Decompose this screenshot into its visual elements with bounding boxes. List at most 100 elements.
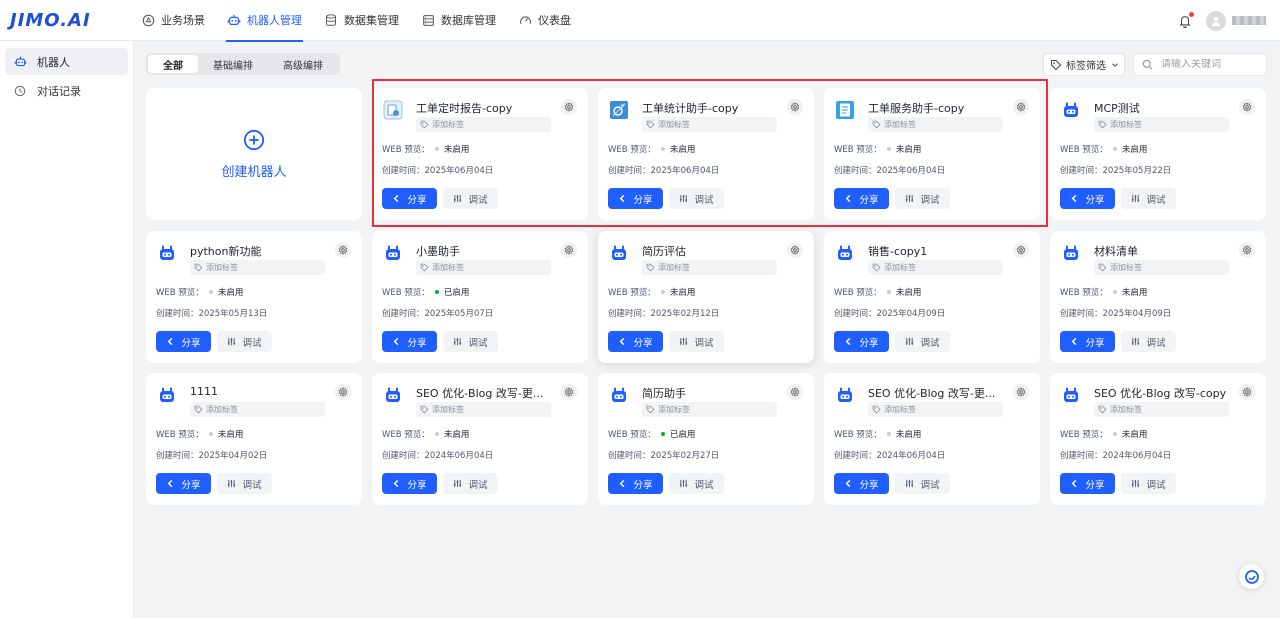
add-tag-button[interactable]: 添加标签 bbox=[416, 402, 551, 417]
sidebar-item-robots[interactable]: 机器人 bbox=[5, 48, 128, 75]
create-bot-card[interactable]: 创建机器人 bbox=[146, 88, 362, 220]
nav-item-dataset[interactable]: 数据集管理 bbox=[313, 0, 410, 41]
bot-card[interactable]: SEO 优化-Blog 改写-更... 添加标签 WEB 预览： 未启用 创建时间： 20… bbox=[372, 373, 588, 505]
gear-icon[interactable] bbox=[787, 384, 803, 400]
share-button[interactable]: 分享 bbox=[834, 331, 889, 352]
bot-card[interactable]: SEO 优化-Blog 改写-copy 添加标签 WEB 预览： 未启用 创建时间： 20… bbox=[1050, 373, 1266, 505]
bot-card[interactable]: MCP测试 添加标签 WEB 预览： 未启用 创建时间： 2025年05月22日 分享 调试 bbox=[1050, 88, 1266, 220]
sidebar-item-history[interactable]: 对话记录 bbox=[5, 77, 128, 104]
bot-card[interactable]: 工单统计助手-copy 添加标签 WEB 预览： 未启用 创建时间： 2025年06月04… bbox=[598, 88, 814, 220]
nav-item-scene[interactable]: 业务场景 bbox=[130, 0, 216, 41]
add-tag-button[interactable]: 添加标签 bbox=[1094, 260, 1229, 275]
add-tag-button[interactable]: 添加标签 bbox=[868, 117, 1003, 132]
created-date: 2025年04月09日 bbox=[1102, 309, 1172, 319]
created-row: 创建时间： 2025年05月22日 bbox=[1060, 164, 1171, 176]
add-tag-button[interactable]: 添加标签 bbox=[642, 117, 777, 132]
notification-bell-icon[interactable] bbox=[1178, 11, 1194, 28]
share-label: 分享 bbox=[181, 337, 201, 349]
tab-advanced[interactable]: 高级编排 bbox=[268, 55, 338, 73]
web-preview-label: WEB 预览： bbox=[1060, 288, 1108, 298]
debug-button[interactable]: 调试 bbox=[1121, 331, 1176, 352]
username-blurred[interactable] bbox=[1232, 16, 1266, 25]
nav-item-database[interactable]: 数据库管理 bbox=[410, 0, 507, 41]
debug-button[interactable]: 调试 bbox=[1121, 473, 1176, 494]
tag-filter-dropdown[interactable]: 标签筛选 bbox=[1043, 53, 1125, 76]
created-row: 创建时间： 2025年04月09日 bbox=[834, 307, 945, 319]
bot-card[interactable]: 小墨助手 添加标签 WEB 预览： 已启用 创建时间： 2025年05月07日 分享 调试 bbox=[372, 231, 588, 363]
bot-card[interactable]: 简历助手 添加标签 WEB 预览： 已启用 创建时间： 2025年02月27日 分享 调试 bbox=[598, 373, 814, 505]
bot-card[interactable]: 材料清单 添加标签 WEB 预览： 未启用 创建时间： 2025年04月09日 分享 调试 bbox=[1050, 231, 1266, 363]
debug-button[interactable]: 调试 bbox=[895, 473, 950, 494]
debug-button[interactable]: 调试 bbox=[669, 331, 724, 352]
share-button[interactable]: 分享 bbox=[382, 473, 437, 494]
created-label: 创建时间： bbox=[1060, 451, 1103, 461]
share-button[interactable]: 分享 bbox=[608, 188, 663, 209]
nav-item-robot-management[interactable]: 机器人管理 bbox=[216, 0, 313, 42]
app-logo[interactable]: JIMO.AI bbox=[0, 10, 120, 31]
bot-card[interactable]: 简历评估 添加标签 WEB 预览： 未启用 创建时间： 2025年02月12日 分享 调试 bbox=[598, 231, 814, 363]
nav-item-dashboard[interactable]: 仪表盘 bbox=[507, 0, 582, 41]
web-preview-label: WEB 预览： bbox=[608, 288, 656, 298]
add-tag-button[interactable]: 添加标签 bbox=[868, 402, 1003, 417]
created-label: 创建时间： bbox=[156, 309, 199, 319]
gear-icon[interactable] bbox=[1239, 242, 1255, 258]
share-button[interactable]: 分享 bbox=[1060, 188, 1115, 209]
gear-icon[interactable] bbox=[1239, 99, 1255, 115]
debug-button[interactable]: 调试 bbox=[217, 473, 272, 494]
add-tag-button[interactable]: 添加标签 bbox=[1094, 402, 1229, 417]
share-button[interactable]: 分享 bbox=[1060, 473, 1115, 494]
bot-card[interactable]: 工单定时报告-copy 添加标签 WEB 预览： 未启用 创建时间： 2025年06月04… bbox=[372, 88, 588, 220]
gear-icon[interactable] bbox=[1013, 99, 1029, 115]
share-button[interactable]: 分享 bbox=[608, 331, 663, 352]
add-tag-button[interactable]: 添加标签 bbox=[416, 260, 551, 275]
share-button[interactable]: 分享 bbox=[156, 331, 211, 352]
debug-button[interactable]: 调试 bbox=[1121, 188, 1176, 209]
gear-icon[interactable] bbox=[561, 242, 577, 258]
tag-icon bbox=[1050, 59, 1062, 71]
debug-button[interactable]: 调试 bbox=[443, 473, 498, 494]
debug-button[interactable]: 调试 bbox=[895, 188, 950, 209]
add-tag-button[interactable]: 添加标签 bbox=[1094, 117, 1229, 132]
add-tag-button[interactable]: 添加标签 bbox=[642, 260, 777, 275]
share-button[interactable]: 分享 bbox=[608, 473, 663, 494]
share-button[interactable]: 分享 bbox=[382, 188, 437, 209]
gear-icon[interactable] bbox=[561, 384, 577, 400]
debug-button[interactable]: 调试 bbox=[895, 331, 950, 352]
share-button[interactable]: 分享 bbox=[834, 188, 889, 209]
debug-button[interactable]: 调试 bbox=[217, 331, 272, 352]
debug-button[interactable]: 调试 bbox=[669, 188, 724, 209]
bot-card[interactable]: python新功能 添加标签 WEB 预览： 未启用 创建时间： 2025年05月13日分… bbox=[146, 231, 362, 363]
gear-icon[interactable] bbox=[1239, 384, 1255, 400]
assistant-chat-icon[interactable] bbox=[1239, 564, 1264, 589]
gear-icon[interactable] bbox=[335, 242, 351, 258]
add-tag-button[interactable]: 添加标签 bbox=[190, 402, 325, 417]
share-button[interactable]: 分享 bbox=[382, 331, 437, 352]
tab-basic[interactable]: 基础编排 bbox=[198, 55, 268, 73]
share-button[interactable]: 分享 bbox=[1060, 331, 1115, 352]
bot-card[interactable]: 工单服务助手-copy 添加标签 WEB 预览： 未启用 创建时间： 2025年06月04… bbox=[824, 88, 1040, 220]
search-input[interactable] bbox=[1161, 59, 1261, 70]
gear-icon[interactable] bbox=[335, 384, 351, 400]
gear-icon[interactable] bbox=[787, 242, 803, 258]
tab-all[interactable]: 全部 bbox=[148, 55, 198, 73]
web-preview-label: WEB 预览： bbox=[382, 430, 430, 440]
gear-icon[interactable] bbox=[787, 99, 803, 115]
bot-card[interactable]: 1111 添加标签 WEB 预览： 未启用 创建时间： 2025年04月02日 分享 调试 bbox=[146, 373, 362, 505]
bot-card[interactable]: 销售-copy1 添加标签 WEB 预览： 未启用 创建时间： 2025年04月09日 分享… bbox=[824, 231, 1040, 363]
add-tag-button[interactable]: 添加标签 bbox=[642, 402, 777, 417]
add-tag-button[interactable]: 添加标签 bbox=[416, 117, 551, 132]
add-tag-button[interactable]: 添加标签 bbox=[190, 260, 325, 275]
avatar[interactable] bbox=[1206, 10, 1226, 31]
gear-icon[interactable] bbox=[561, 99, 577, 115]
share-button[interactable]: 分享 bbox=[834, 473, 889, 494]
debug-button[interactable]: 调试 bbox=[443, 331, 498, 352]
created-label: 创建时间： bbox=[156, 451, 199, 461]
debug-button[interactable]: 调试 bbox=[443, 188, 498, 209]
debug-button[interactable]: 调试 bbox=[669, 473, 724, 494]
gear-icon[interactable] bbox=[1013, 384, 1029, 400]
add-tag-button[interactable]: 添加标签 bbox=[868, 260, 1003, 275]
share-button[interactable]: 分享 bbox=[156, 473, 211, 494]
bot-card[interactable]: SEO 优化-Blog 改写-更... 添加标签 WEB 预览： 未启用 创建时间： 20… bbox=[824, 373, 1040, 505]
add-tag-label: 添加标签 bbox=[658, 120, 690, 129]
gear-icon[interactable] bbox=[1013, 242, 1029, 258]
